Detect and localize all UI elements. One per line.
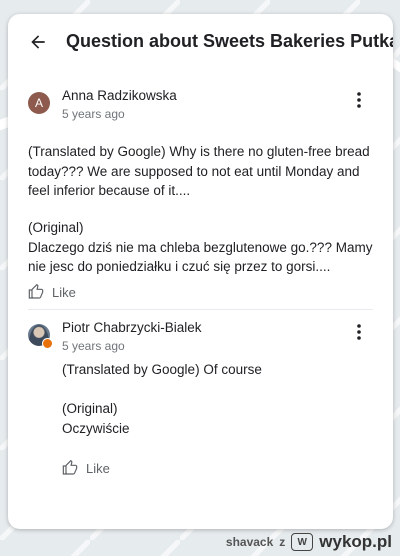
text-line: Dlaczego dziś nie ma chleba bezglutenowe… — [28, 239, 373, 255]
watermark: shavack z W wykop.pl — [226, 532, 392, 552]
author-name[interactable]: Anna Radzikowska — [62, 88, 177, 103]
local-guide-badge — [42, 338, 53, 349]
like-label: Like — [86, 460, 110, 476]
like-button[interactable]: Like — [28, 284, 76, 300]
text-line: (Translated by Google) Why is there no g… — [28, 144, 370, 159]
translated-text: (Translated by Google) Of course — [62, 360, 262, 380]
more-options-button[interactable] — [349, 88, 369, 112]
like-label: Like — [52, 284, 76, 300]
text-line: today??? We are supposed to not eat unti… — [28, 163, 360, 179]
wykop-logo-icon: W — [291, 533, 314, 551]
original-text: (Original) Oczywiście — [62, 399, 130, 438]
thumb-up-icon — [28, 284, 44, 299]
more-vert-icon — [357, 324, 361, 340]
avatar[interactable] — [28, 324, 53, 349]
original-label: (Original) — [28, 220, 84, 235]
more-vert-icon — [357, 92, 361, 108]
panel-header: Question about Sweets Bakeries Putka — [8, 14, 393, 72]
watermark-site: wykop.pl — [319, 532, 392, 551]
watermark-letter: z — [279, 535, 286, 549]
avatar-initial: A — [34, 96, 43, 110]
thumb-up-icon — [62, 460, 78, 475]
back-button[interactable] — [24, 28, 52, 56]
like-button[interactable]: Like — [62, 460, 110, 476]
avatar[interactable]: A — [28, 92, 50, 114]
arrow-back-icon — [31, 35, 45, 49]
question-panel: Question about Sweets Bakeries Putka A A… — [8, 14, 393, 529]
timestamp: 5 years ago — [62, 339, 125, 353]
timestamp: 5 years ago — [62, 107, 125, 121]
text-line: Oczywiście — [62, 420, 130, 436]
author-name[interactable]: Piotr Chabrzycki-Bialek — [62, 320, 202, 335]
divider — [28, 309, 373, 310]
text-line: (Translated by Google) Of course — [62, 362, 262, 377]
watermark-user: shavack — [225, 535, 274, 549]
original-label: (Original) — [62, 401, 118, 416]
text-line: nie jesc do poniedziałku i czuć się prze… — [28, 259, 331, 274]
original-text: (Original) Dlaczego dziś nie ma chleba b… — [28, 218, 372, 277]
more-options-button[interactable] — [349, 320, 369, 344]
translated-text: (Translated by Google) Why is there no g… — [28, 142, 370, 201]
text-line: feel inferior because of it.... — [28, 183, 191, 198]
page-title: Question about Sweets Bakeries Putka — [66, 31, 393, 51]
